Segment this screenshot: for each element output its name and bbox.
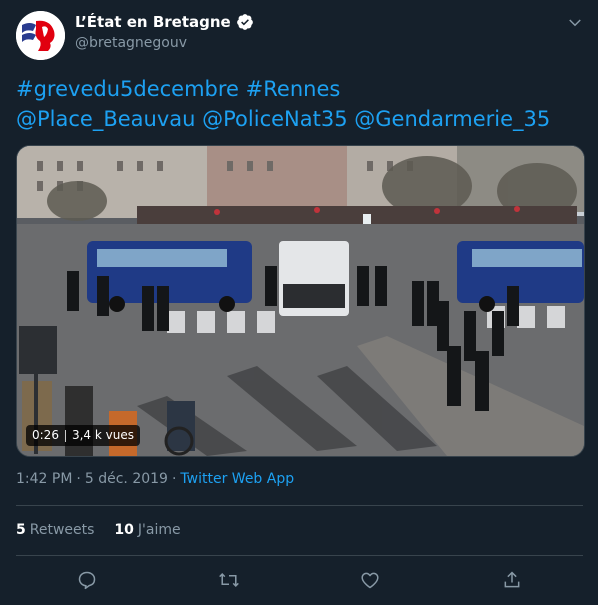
source-app-link[interactable]: Twitter Web App (180, 471, 294, 487)
verified-badge-icon (236, 14, 253, 30)
mention-policenat35[interactable]: @PoliceNat35 (202, 107, 347, 131)
hashtag-rennes[interactable]: #Rennes (246, 77, 341, 101)
tweet-meta: 1:42 PM · 5 déc. 2019 · Twitter Web App (16, 471, 294, 487)
action-bar (0, 562, 598, 598)
divider (16, 505, 583, 506)
retweets-stat[interactable]: 5 Retweets (16, 522, 94, 538)
video-info-badge: 0:26 3,4 k vues (26, 425, 140, 446)
tweet-card: L’État en Bretagne @bretagnegouv #greved… (0, 0, 598, 605)
tweet-date[interactable]: 5 déc. 2019 (85, 471, 168, 487)
likes-count: 10 (114, 522, 134, 538)
retweet-button[interactable] (211, 562, 247, 598)
police-van-right (457, 241, 584, 312)
video-duration: 0:26 (32, 428, 59, 442)
hashtag-grevedu5decembre[interactable]: #grevedu5decembre (16, 77, 239, 101)
likes-stat[interactable]: 10 J'aime (114, 522, 180, 538)
author-name[interactable]: L’État en Bretagne (75, 13, 231, 31)
mention-line: @Place_Beauvau @PoliceNat35 @Gendarmerie… (16, 104, 586, 134)
likes-label: J'aime (137, 522, 181, 538)
share-icon (504, 571, 520, 588)
share-button[interactable] (494, 562, 530, 598)
meta-separator: · (171, 471, 177, 487)
tweet-stats: 5 Retweets 10 J'aime (16, 522, 181, 538)
tweet-text: #grevedu5decembre #Rennes @Place_Beauvau… (16, 74, 586, 134)
divider (16, 555, 583, 556)
mention-place-beauvau[interactable]: @Place_Beauvau (16, 107, 195, 131)
author-name-row: L’État en Bretagne (75, 13, 254, 31)
reply-button[interactable] (69, 562, 105, 598)
retweets-label: Retweets (29, 522, 95, 538)
badge-divider (64, 429, 66, 442)
police-van-left (87, 241, 252, 312)
chevron-down-icon[interactable] (566, 14, 584, 32)
video-player[interactable] (16, 145, 585, 457)
retweet-icon (219, 572, 239, 588)
retweets-count: 5 (16, 522, 26, 538)
meta-separator: · (76, 471, 81, 487)
water-cannon (279, 241, 349, 316)
marianne-logo (16, 11, 65, 60)
like-icon (361, 572, 379, 589)
reply-icon (78, 571, 96, 590)
video-frame (17, 146, 584, 456)
like-button[interactable] (352, 562, 388, 598)
author-handle[interactable]: @bretagnegouv (75, 35, 187, 51)
tweet-time[interactable]: 1:42 PM (16, 471, 72, 487)
avatar[interactable] (16, 11, 65, 60)
hashtag-line: #grevedu5decembre #Rennes (16, 74, 586, 104)
mention-gendarmerie-35[interactable]: @Gendarmerie_35 (354, 107, 550, 131)
video-views: 3,4 k vues (71, 428, 134, 442)
